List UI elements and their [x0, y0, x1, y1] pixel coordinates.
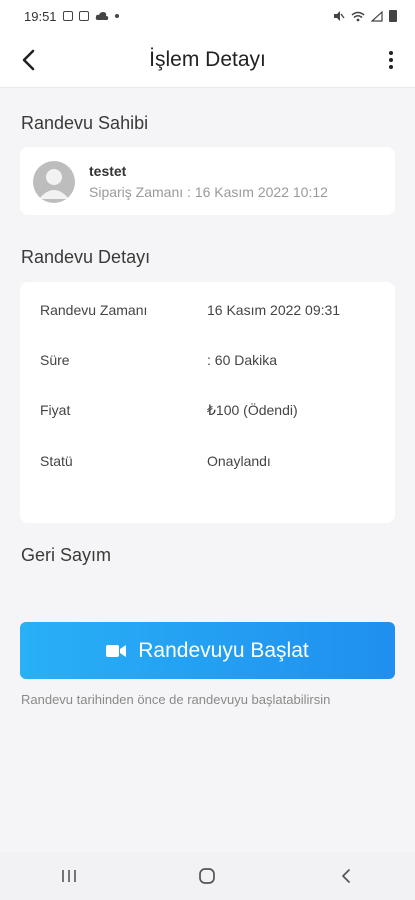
battery-icon	[389, 10, 397, 22]
notification-dot-icon	[114, 14, 119, 18]
order-time: Sipariş Zamanı : 16 Kasım 2022 10:12	[89, 184, 328, 200]
signal-icon	[371, 10, 383, 22]
more-menu-button[interactable]	[379, 46, 403, 74]
detail-label: Fiyat	[40, 402, 71, 418]
countdown-title: Geri Sayım	[21, 545, 112, 565]
page-title: İşlem Detayı	[149, 47, 266, 71]
wifi-icon	[351, 11, 365, 21]
detail-value: ₺100 (Ödendi)	[207, 402, 298, 418]
detail-label: Statü	[40, 453, 73, 469]
status-time: 19:51	[24, 8, 57, 24]
status-bar: 19:51	[0, 0, 415, 32]
owner-card[interactable]: testet Sipariş Zamanı : 16 Kasım 2022 10…	[20, 147, 395, 215]
detail-value: Onaylandı	[207, 453, 271, 469]
owner-section-title: Randevu Sahibi	[21, 113, 149, 133]
start-button-label: Randevuyu Başlat	[138, 638, 309, 662]
more-vertical-icon	[389, 58, 393, 62]
cloud-icon	[95, 12, 108, 20]
detail-section-title: Randevu Detayı	[21, 247, 151, 267]
home-icon	[199, 868, 216, 884]
system-back-button[interactable]	[316, 856, 376, 896]
system-nav-bar	[0, 852, 415, 900]
detail-value: 16 Kasım 2022 09:31	[207, 302, 341, 318]
gallery-icon	[62, 11, 73, 21]
start-appointment-button[interactable]: Randevuyu Başlat	[20, 622, 395, 679]
status-left: 19:51	[24, 9, 119, 24]
app-bar: İşlem Detayı	[0, 32, 415, 88]
start-hint: Randevu tarihinden önce de randevuyu baş…	[21, 692, 331, 707]
detail-label: Süre	[40, 352, 70, 368]
back-button[interactable]	[14, 46, 42, 74]
recent-apps-button[interactable]	[39, 856, 99, 896]
home-button[interactable]	[177, 856, 237, 896]
owner-name: testet	[89, 163, 127, 179]
back-icon	[341, 869, 350, 883]
user-avatar-icon	[33, 161, 75, 203]
status-right	[333, 10, 397, 22]
chevron-left-icon	[22, 49, 35, 71]
recent-apps-icon	[62, 870, 76, 882]
detail-card: Randevu Zamanı 16 Kasım 2022 09:31 Süre …	[20, 282, 395, 523]
mail-icon	[78, 11, 89, 21]
mute-icon	[334, 11, 345, 21]
more-vertical-icon	[389, 51, 393, 55]
more-vertical-icon	[389, 65, 393, 69]
detail-label: Randevu Zamanı	[40, 302, 148, 318]
video-camera-icon	[106, 644, 127, 657]
detail-value: : 60 Dakika	[207, 352, 278, 368]
